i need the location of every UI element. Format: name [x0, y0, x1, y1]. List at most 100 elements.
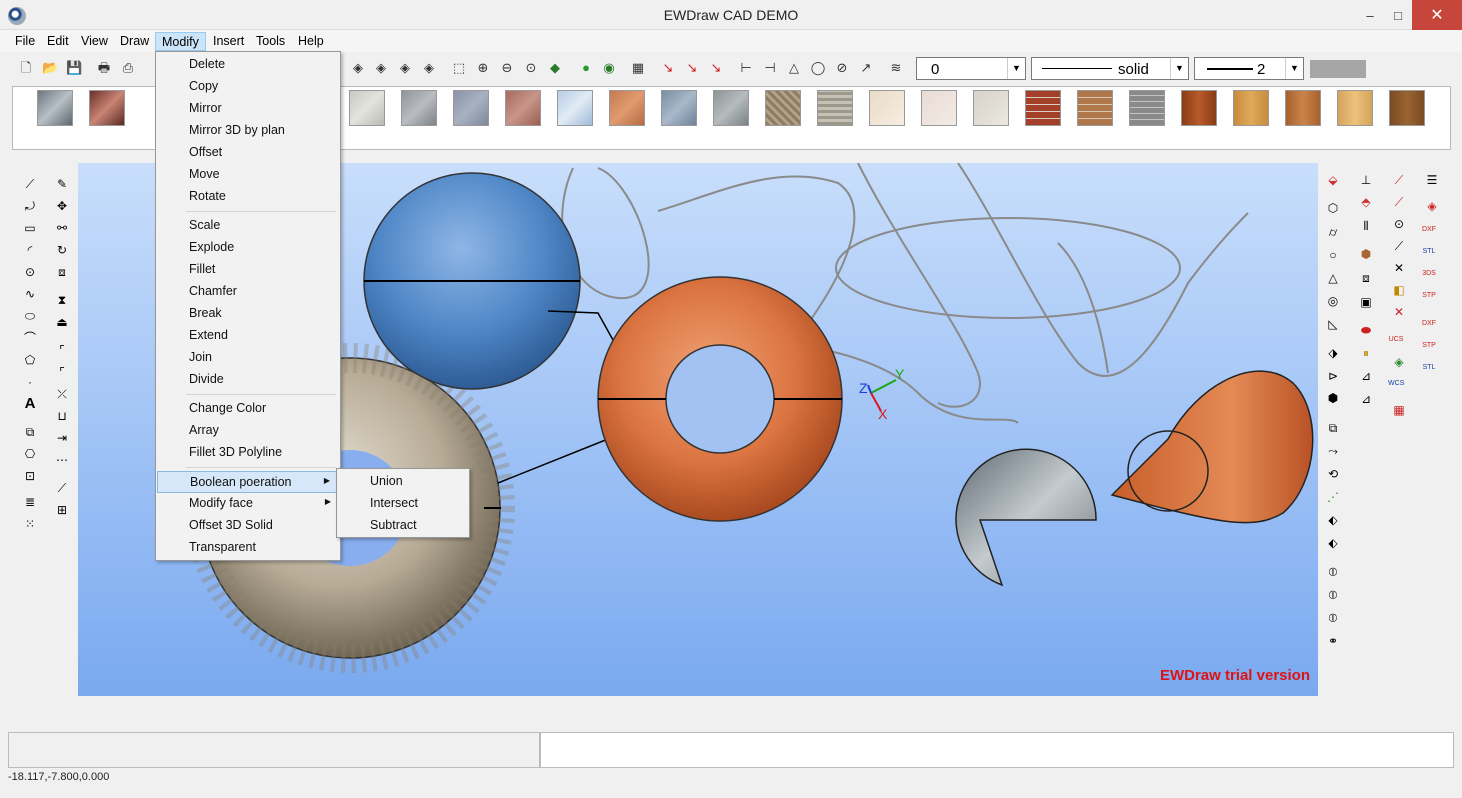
view-3d-icon[interactable]: ⬘: [1358, 194, 1374, 210]
block-icon[interactable]: ⎔: [22, 446, 38, 462]
line-icon[interactable]: ⟋: [22, 176, 38, 192]
grid-points-icon[interactable]: ⁙: [22, 516, 38, 532]
render-sphere-icon[interactable]: ●: [578, 60, 594, 76]
shell-icon[interactable]: ⟲: [1325, 466, 1341, 482]
elliptical-arc-icon[interactable]: ⌒: [22, 330, 38, 346]
slice-icon[interactable]: ⤳: [1325, 443, 1341, 459]
arc-icon[interactable]: ◜: [22, 242, 38, 258]
texture-beige[interactable]: [921, 90, 957, 126]
hatch-icon[interactable]: ≣: [22, 494, 38, 510]
snap-cen-icon[interactable]: ↘: [708, 60, 724, 76]
snap-mid-icon[interactable]: ↘: [684, 60, 700, 76]
rectangle-icon[interactable]: ▭: [22, 220, 38, 236]
shade-icon-1[interactable]: ◈: [350, 60, 366, 76]
dimension-icon-2[interactable]: ⊣: [762, 60, 778, 76]
lineweight-select[interactable]: 2 ▼: [1194, 57, 1304, 80]
menu-item-rotate[interactable]: Rotate: [157, 186, 339, 208]
ucs-label-icon[interactable]: UCS: [1388, 332, 1404, 348]
texture-wood-medium[interactable]: [1285, 90, 1321, 126]
intersect-icon[interactable]: ⦶: [1325, 610, 1341, 626]
menu-item-copy[interactable]: Copy: [157, 76, 339, 98]
path-icon[interactable]: ⋰: [1325, 489, 1341, 505]
snap-center-icon[interactable]: ⊙: [1391, 216, 1407, 232]
color-swatch[interactable]: [1310, 60, 1366, 78]
cylinder-icon[interactable]: ⌭: [1325, 224, 1341, 240]
menu-item-offset-3d-solid[interactable]: Offset 3D Solid: [157, 515, 339, 537]
chevron-down-icon[interactable]: ▼: [1285, 58, 1303, 79]
chevron-down-icon[interactable]: ▼: [1007, 58, 1025, 79]
snap-quadrant-icon[interactable]: ◧: [1391, 282, 1407, 298]
menu-item-divide[interactable]: Divide: [157, 369, 339, 391]
texture-wood-dark[interactable]: [1389, 90, 1425, 126]
print-icon[interactable]: 🖶: [96, 60, 112, 76]
trim-icon[interactable]: ⤫: [54, 386, 70, 402]
menu-item-mirror-3d[interactable]: Mirror 3D by plan: [157, 120, 339, 142]
render-icon[interactable]: ⬬: [1358, 322, 1374, 338]
open-folder-icon[interactable]: 📂: [42, 60, 58, 76]
render-globe-icon[interactable]: ◉: [601, 60, 617, 76]
menu-item-union[interactable]: Union: [338, 471, 468, 493]
polyline-icon[interactable]: ⤾: [22, 198, 38, 214]
minimize-button[interactable]: ‒: [1356, 0, 1384, 30]
dimension-icon-1[interactable]: ⊢: [738, 60, 754, 76]
texture-rock[interactable]: [713, 90, 749, 126]
face-icon-1[interactable]: ⬖: [1325, 512, 1341, 528]
plane-2-icon[interactable]: ⊿: [1358, 391, 1374, 407]
polygon-icon[interactable]: ⬠: [22, 352, 38, 368]
view-top-icon[interactable]: ⧈: [1358, 270, 1374, 286]
menu-view[interactable]: View: [75, 32, 114, 51]
layers-icon[interactable]: ≋: [888, 60, 904, 76]
snap-endpoint-icon[interactable]: ⟋: [1391, 172, 1407, 188]
texture-wood-maple[interactable]: [1337, 90, 1373, 126]
menu-item-subtract[interactable]: Subtract: [338, 515, 468, 537]
menu-item-transparent[interactable]: Transparent: [157, 537, 339, 559]
view-side-icon[interactable]: ▣: [1358, 294, 1374, 310]
point-icon[interactable]: ·: [22, 374, 38, 390]
export-dxf-icon[interactable]: DXF: [1421, 222, 1437, 238]
ucs-face-icon[interactable]: ◈: [1391, 354, 1407, 370]
menu-item-offset[interactable]: Offset: [157, 142, 339, 164]
snap-none-icon[interactable]: ✕: [1391, 304, 1407, 320]
close-button[interactable]: ✕: [1412, 0, 1462, 30]
interfere-icon[interactable]: ⚭: [1325, 633, 1341, 649]
chevron-down-icon[interactable]: ▼: [1170, 58, 1188, 79]
texture-orange[interactable]: [609, 90, 645, 126]
texture-wood-light[interactable]: [1233, 90, 1269, 126]
menu-item-fillet[interactable]: Fillet: [157, 259, 339, 281]
texture-brick-tan[interactable]: [1077, 90, 1113, 126]
texture-metal[interactable]: [37, 90, 73, 126]
sphere-icon[interactable]: ○: [1325, 247, 1341, 263]
shade-icon-3[interactable]: ◈: [397, 60, 413, 76]
import-stl-icon[interactable]: STL: [1421, 360, 1437, 376]
menu-item-join[interactable]: Join: [157, 347, 339, 369]
properties-icon[interactable]: ☰: [1424, 172, 1440, 188]
texture-marble-light[interactable]: [349, 90, 385, 126]
ucs-icon[interactable]: ⊥: [1358, 172, 1374, 188]
export-stl-icon[interactable]: STL: [1421, 244, 1437, 260]
layer-select[interactable]: 0 ▼: [916, 57, 1026, 80]
menu-edit[interactable]: Edit: [41, 32, 75, 51]
union-icon[interactable]: ⦶: [1325, 564, 1341, 580]
menu-item-modify-face[interactable]: Modify face ▶: [157, 493, 339, 515]
rotate-icon[interactable]: ↻: [54, 242, 70, 258]
radius-dimension-icon[interactable]: ◯: [810, 60, 826, 76]
face-icon-2[interactable]: ⬖: [1325, 535, 1341, 551]
view-iso-icon[interactable]: ⬢: [1358, 246, 1374, 262]
move-icon[interactable]: ✥: [54, 198, 70, 214]
extend-icon[interactable]: ⇥: [54, 430, 70, 446]
view-front-icon[interactable]: ⫴: [1358, 218, 1374, 234]
subtract-icon[interactable]: ⦶: [1325, 587, 1341, 603]
menu-item-change-color[interactable]: Change Color: [157, 398, 339, 420]
snap-end-icon[interactable]: ↘: [660, 60, 676, 76]
snap-intersection-icon[interactable]: ✕: [1391, 260, 1407, 276]
menu-item-boolean-operation[interactable]: Boolean poeration ▶: [157, 471, 339, 493]
texture-slate[interactable]: [453, 90, 489, 126]
zoom-out-icon[interactable]: ⊖: [499, 60, 515, 76]
revolve-icon[interactable]: ⬗: [1325, 345, 1341, 361]
texture-stone-wall[interactable]: [1129, 90, 1165, 126]
menu-item-move[interactable]: Move: [157, 164, 339, 186]
export-stp-icon[interactable]: STP: [1421, 288, 1437, 304]
explode-icon[interactable]: ⋯: [54, 452, 70, 468]
diameter-dimension-icon[interactable]: ⊘: [834, 60, 850, 76]
leader-icon[interactable]: ↗: [858, 60, 874, 76]
